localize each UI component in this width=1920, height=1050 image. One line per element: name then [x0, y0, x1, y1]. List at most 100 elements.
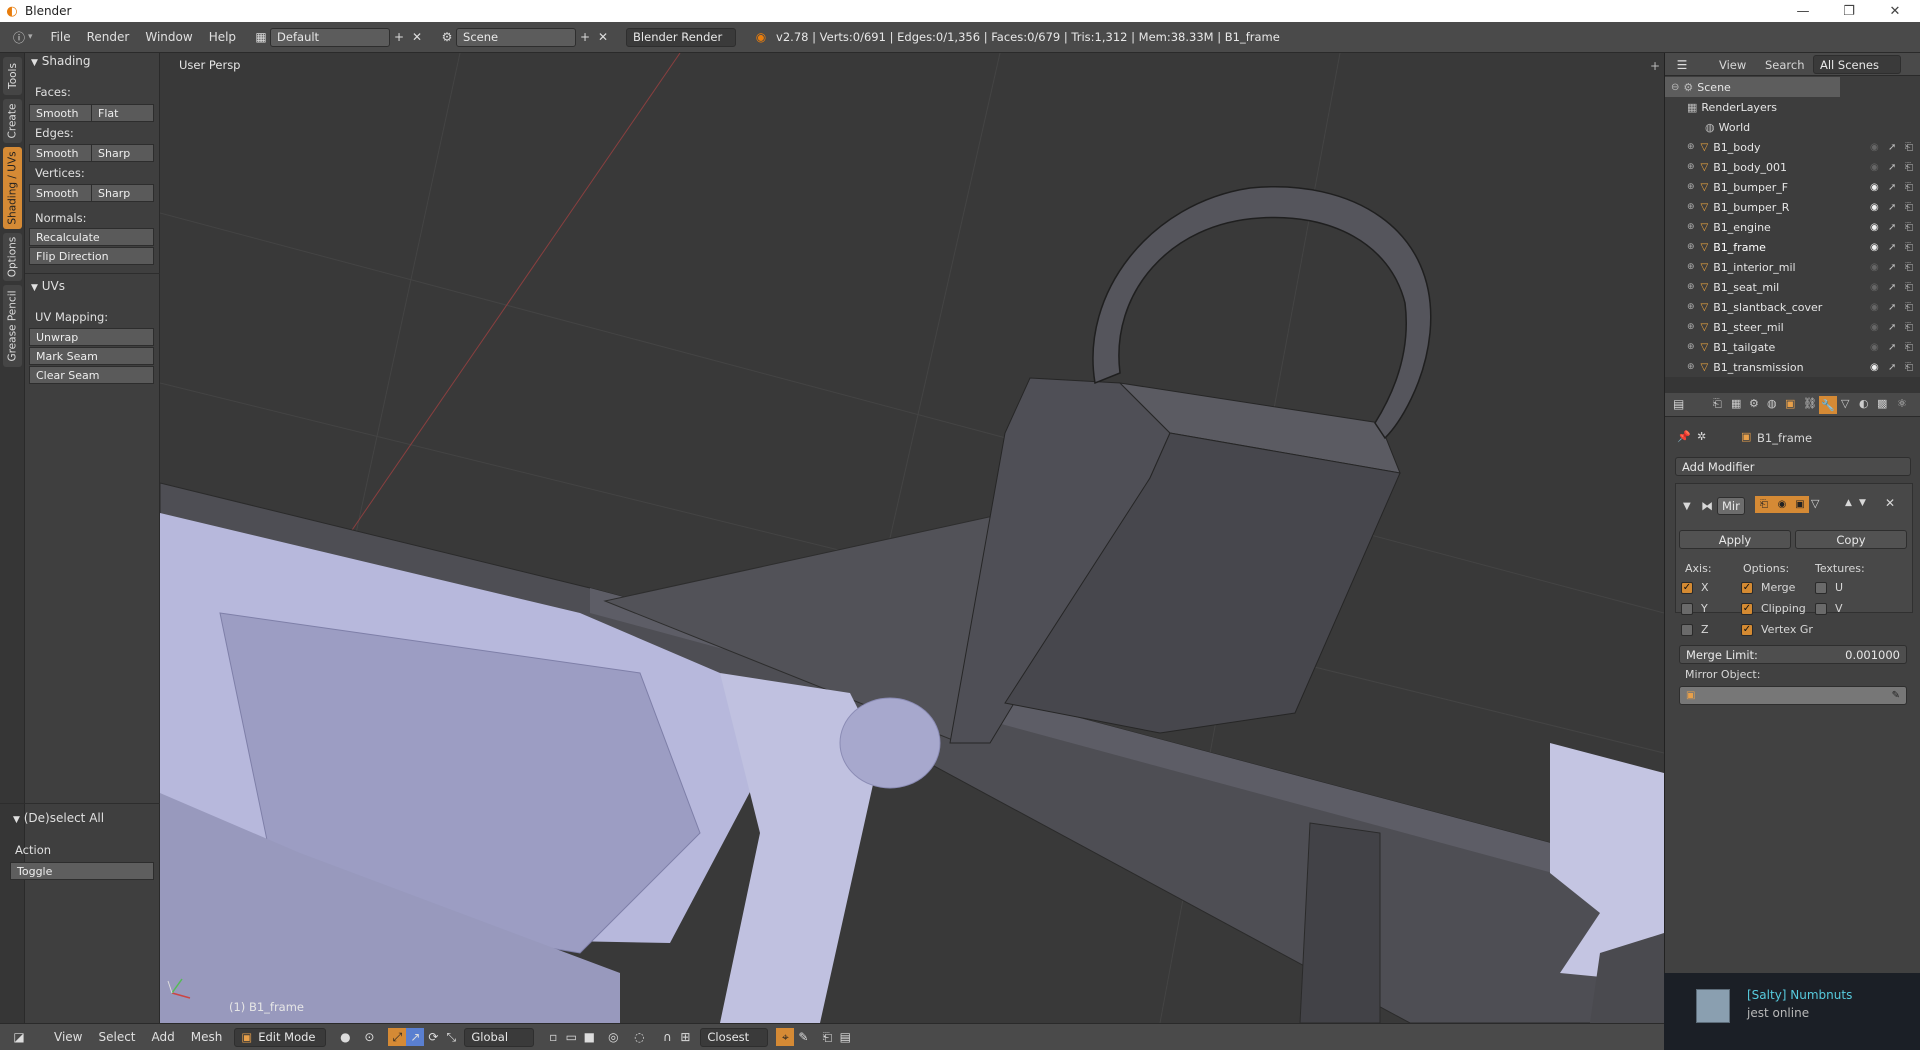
- axis-z-checkbox[interactable]: [1681, 623, 1693, 636]
- viewport-toggle-icon[interactable]: ◉: [1773, 496, 1791, 513]
- scene-icon[interactable]: ⚙: [438, 28, 456, 46]
- selectable-cursor-icon[interactable]: ➚: [1888, 202, 1896, 213]
- axis-y-checkbox[interactable]: [1681, 602, 1693, 615]
- constraints-tab-icon[interactable]: ⛓: [1803, 397, 1817, 410]
- proportional-editing-icon[interactable]: ◌: [630, 1028, 648, 1046]
- selectable-cursor-icon[interactable]: ➚: [1888, 342, 1896, 353]
- expand-icon[interactable]: ⊕: [1687, 142, 1695, 152]
- vertex-select-icon[interactable]: ▫: [544, 1028, 562, 1046]
- renderable-camera-icon[interactable]: ⎗: [1905, 242, 1913, 253]
- outliner-display-mode[interactable]: All Scenes: [1813, 55, 1901, 74]
- snap-target-select[interactable]: Closest: [700, 1027, 769, 1047]
- expand-icon[interactable]: ⊕: [1687, 342, 1695, 352]
- object-tab-icon[interactable]: ▣: [1785, 397, 1795, 410]
- menu-select[interactable]: Select: [90, 1030, 143, 1044]
- remove-modifier-icon[interactable]: ✕: [1885, 496, 1895, 510]
- edges-smooth-button[interactable]: Smooth: [29, 144, 92, 162]
- editor-type-dropdown-icon[interactable]: ▾: [28, 32, 33, 42]
- merge-toggle[interactable]: ✓ Merge: [1741, 581, 1795, 594]
- menu-add[interactable]: Add: [144, 1030, 183, 1044]
- mark-seam-button[interactable]: Mark Seam: [29, 347, 154, 365]
- opengl-anim-icon[interactable]: ▤: [836, 1028, 854, 1046]
- renderable-camera-icon[interactable]: ⎗: [1905, 362, 1913, 373]
- outliner-world-row[interactable]: ◍ World: [1665, 117, 1920, 137]
- merge-limit-field[interactable]: Merge Limit: 0.001000: [1679, 645, 1907, 664]
- selectable-cursor-icon[interactable]: ➚: [1888, 262, 1896, 273]
- pin-icon[interactable]: 📌: [1677, 430, 1691, 443]
- 3d-view-editor-icon[interactable]: ◪: [10, 1028, 28, 1046]
- selectable-cursor-icon[interactable]: ➚: [1888, 222, 1896, 233]
- tab-options[interactable]: Options: [3, 233, 22, 281]
- visibility-eye-icon[interactable]: ◉: [1870, 162, 1879, 173]
- clipping-toggle[interactable]: ✓ Clipping: [1741, 602, 1806, 615]
- action-select[interactable]: Toggle: [10, 862, 154, 880]
- snap-toggle-icon[interactable]: ∩: [658, 1028, 676, 1046]
- visibility-eye-icon[interactable]: ◉: [1870, 182, 1879, 193]
- screen-layout-field[interactable]: Default: [270, 27, 391, 47]
- properties-editor-icon[interactable]: ▤: [1673, 397, 1684, 411]
- visibility-eye-icon[interactable]: ◉: [1870, 242, 1879, 253]
- move-down-icon[interactable]: ▼: [1859, 498, 1866, 508]
- edge-select-icon[interactable]: ▭: [562, 1028, 580, 1046]
- selectable-cursor-icon[interactable]: ➚: [1888, 162, 1896, 173]
- expand-icon[interactable]: ⊖: [1671, 82, 1679, 93]
- menu-help[interactable]: Help: [201, 30, 244, 44]
- viewport-shading-icon[interactable]: ●: [336, 1028, 354, 1046]
- transform-orientation-select[interactable]: Global: [464, 1027, 535, 1047]
- renderable-camera-icon[interactable]: ⎗: [1905, 342, 1913, 353]
- operator-panel-header[interactable]: ▼ (De)select All: [13, 811, 104, 825]
- menu-mesh[interactable]: Mesh: [183, 1030, 231, 1044]
- outliner-scrollbar[interactable]: [1665, 377, 1920, 393]
- expand-icon[interactable]: ⊕: [1687, 202, 1695, 212]
- flip-direction-button[interactable]: Flip Direction: [29, 247, 154, 265]
- selectable-cursor-icon[interactable]: ➚: [1888, 362, 1896, 373]
- outliner-object-row[interactable]: ⊕ ▽ B1_interior_mil ◉ ➚ ⎗: [1665, 257, 1920, 277]
- outliner-scene-row[interactable]: ⊖ ⚙ Scene: [1665, 77, 1840, 97]
- axis-x-toggle[interactable]: ✓ X: [1681, 581, 1709, 594]
- snap-project-icon[interactable]: ✎: [794, 1028, 812, 1046]
- restore-icon[interactable]: ❐: [1826, 0, 1872, 22]
- renderable-camera-icon[interactable]: ⎗: [1905, 222, 1913, 233]
- visibility-eye-icon[interactable]: ◉: [1870, 262, 1879, 273]
- outliner-object-row[interactable]: ⊕ ▽ B1_bumper_F ◉ ➚ ⎗: [1665, 177, 1920, 197]
- apply-button[interactable]: Apply: [1679, 530, 1791, 549]
- renderable-camera-icon[interactable]: ⎗: [1905, 262, 1913, 273]
- steam-friend-notification[interactable]: [Salty] Numbnuts jest online: [1664, 973, 1920, 1050]
- selectable-cursor-icon[interactable]: ➚: [1888, 282, 1896, 293]
- tab-grease-pencil[interactable]: Grease Pencil: [3, 285, 22, 367]
- close-window-icon[interactable]: ✕: [1872, 0, 1918, 22]
- visibility-eye-icon[interactable]: ◉: [1870, 282, 1879, 293]
- add-modifier-menu[interactable]: Add Modifier: [1675, 457, 1911, 476]
- opengl-render-icon[interactable]: ⎗: [818, 1028, 836, 1046]
- material-tab-icon[interactable]: ◐: [1859, 397, 1869, 410]
- renderable-camera-icon[interactable]: ⎗: [1905, 282, 1913, 293]
- occlude-geometry-icon[interactable]: ◎: [604, 1028, 622, 1046]
- edges-sharp-button[interactable]: Sharp: [91, 144, 154, 162]
- outliner-object-row[interactable]: ⊕ ▽ B1_bumper_R ◉ ➚ ⎗: [1665, 197, 1920, 217]
- expand-icon[interactable]: ⊕: [1687, 362, 1695, 372]
- outliner-menu-view[interactable]: View: [1719, 58, 1746, 72]
- render-toggle-icon[interactable]: ⎗: [1755, 496, 1773, 513]
- interaction-mode-select[interactable]: ▣ Edit Mode: [234, 1027, 327, 1047]
- outliner-object-row[interactable]: ⊕ ▽ B1_tailgate ◉ ➚ ⎗: [1665, 337, 1920, 357]
- outliner-object-row[interactable]: ⊕ ▽ B1_frame ◉ ➚ ⎗: [1665, 237, 1920, 257]
- merge-checkbox[interactable]: ✓: [1741, 581, 1753, 594]
- outliner-menu-search[interactable]: Search: [1765, 58, 1805, 72]
- texture-u-toggle[interactable]: U: [1815, 581, 1843, 594]
- render-tab-icon[interactable]: ⎗: [1713, 397, 1722, 411]
- expand-icon[interactable]: ⊕: [1687, 282, 1695, 292]
- copy-button[interactable]: Copy: [1795, 530, 1907, 549]
- outliner-renderlayers-row[interactable]: ▦ RenderLayers: [1665, 97, 1920, 117]
- visibility-eye-icon[interactable]: ◉: [1870, 322, 1879, 333]
- minimize-icon[interactable]: —: [1780, 0, 1826, 22]
- visibility-eye-icon[interactable]: ◉: [1870, 342, 1879, 353]
- vertex-groups-checkbox[interactable]: ✓: [1741, 623, 1753, 636]
- menu-render[interactable]: Render: [79, 30, 138, 44]
- expand-icon[interactable]: ⊕: [1687, 322, 1695, 332]
- physics-tab-icon[interactable]: ⚛: [1897, 397, 1907, 410]
- selectable-cursor-icon[interactable]: ➚: [1888, 322, 1896, 333]
- translate-manipulator-icon[interactable]: ↗: [406, 1028, 425, 1046]
- visibility-eye-icon[interactable]: ◉: [1870, 362, 1879, 373]
- modifier-name-field[interactable]: Mir: [1717, 497, 1745, 515]
- screen-layout-icon[interactable]: ▦: [252, 28, 270, 46]
